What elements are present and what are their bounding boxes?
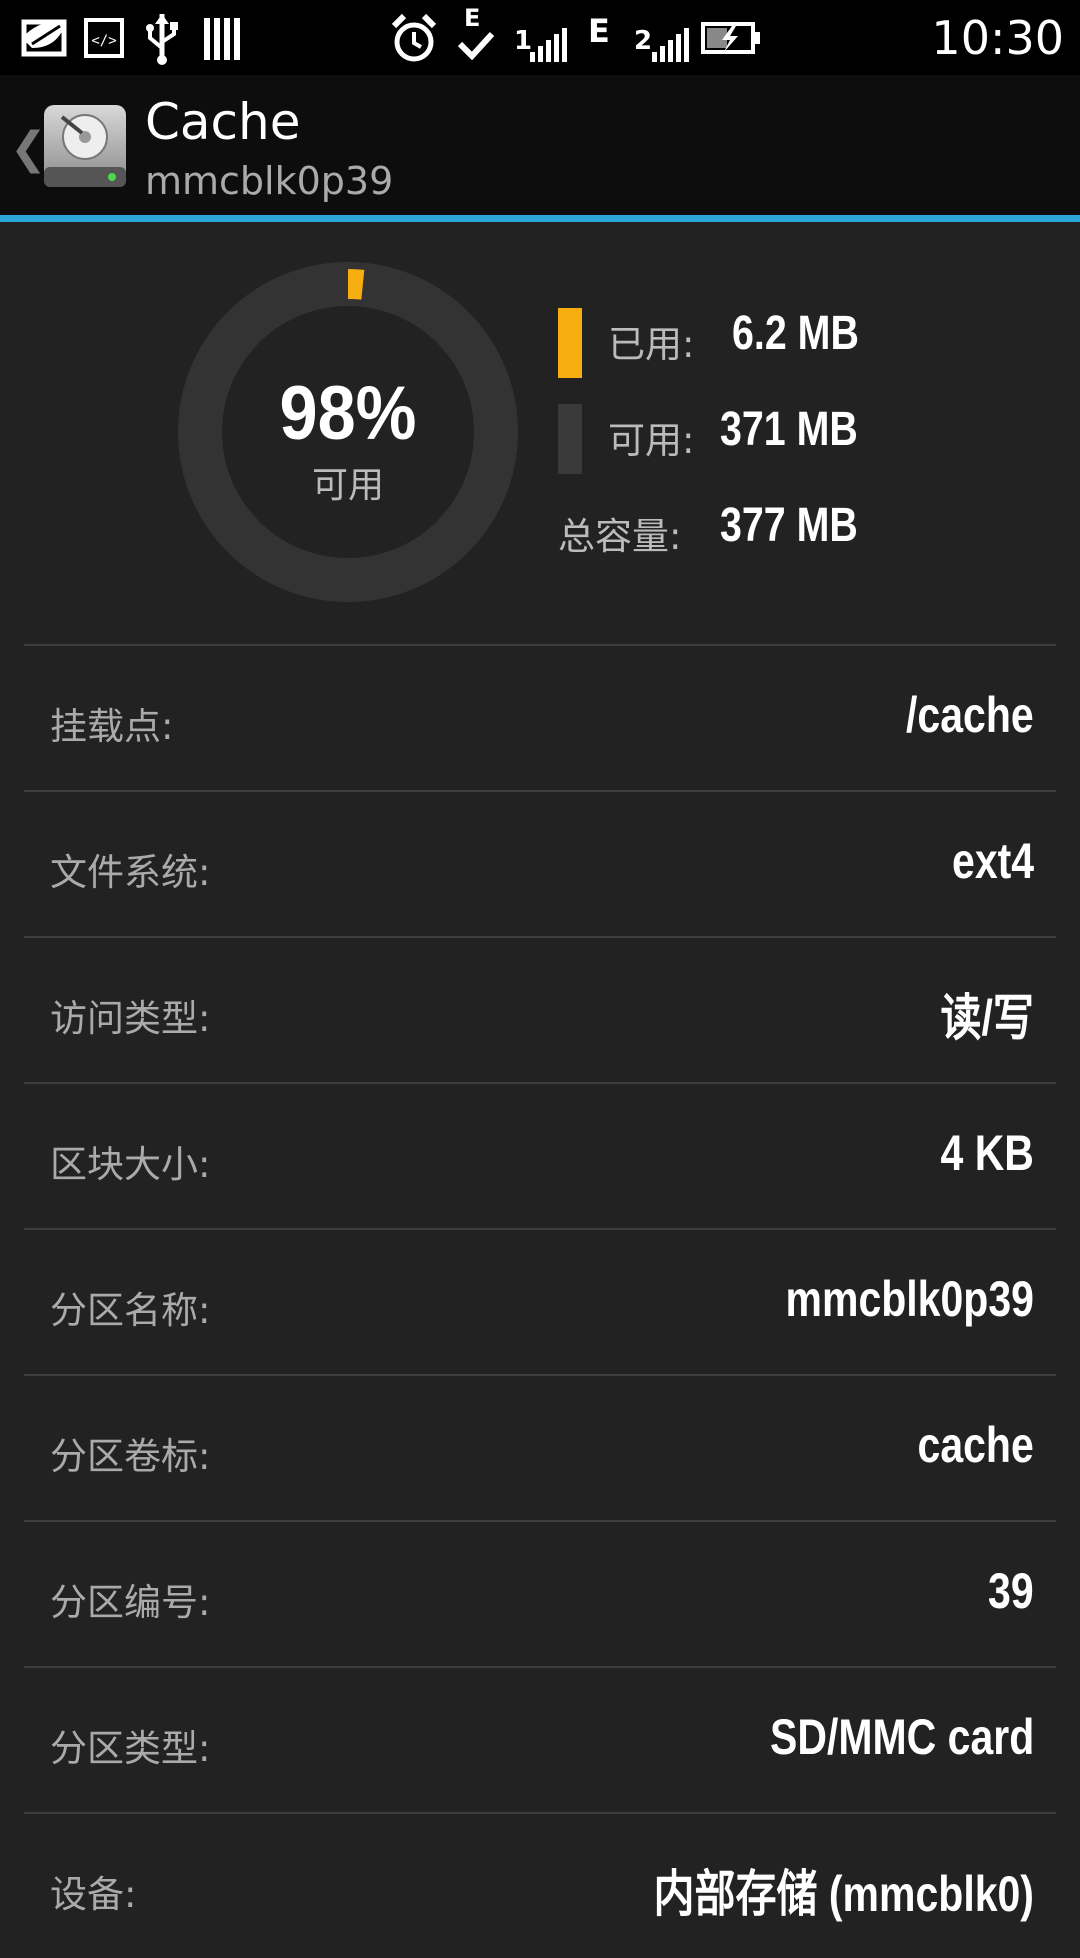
used-swatch — [558, 308, 582, 378]
legend-used-value: 6.2 MB — [732, 307, 859, 360]
detail-label: 分区名称: — [50, 1289, 211, 1332]
detail-value: 读/写 — [940, 990, 1034, 1046]
detail-row-block-size: 区块大小: 4 KB — [24, 1082, 1056, 1228]
detail-label: 设备: — [50, 1873, 137, 1916]
page-title: Cache — [145, 93, 301, 151]
detail-value: cache — [917, 1417, 1034, 1473]
svg-text:</>: </> — [91, 33, 116, 49]
legend-used-label: 已用: — [608, 323, 695, 366]
detail-label: 分区卷标: — [50, 1435, 211, 1478]
partition-details-list: 挂载点: /cache 文件系统: ext4 访问类型: 读/写 区块大小: 4… — [24, 644, 1056, 1958]
usb-icon — [146, 14, 178, 65]
status-time: 10:30 — [931, 11, 1064, 65]
available-percent: 98% — [279, 371, 417, 456]
sd-card-icon — [204, 18, 240, 60]
page-subtitle: mmcblk0p39 — [145, 159, 394, 203]
detail-row-access-type: 访问类型: 读/写 — [24, 936, 1056, 1082]
detail-row-partition-number: 分区编号: 39 — [24, 1520, 1056, 1666]
battery-charging-icon — [701, 22, 760, 54]
status-bar: </> E 1 E 2 10:30 — [0, 0, 1080, 75]
free-swatch — [558, 404, 582, 474]
signal-2-icon: 2 — [634, 16, 690, 66]
detail-label: 分区类型: — [50, 1727, 211, 1770]
network-type-label: E — [464, 4, 481, 32]
detail-value: /cache — [906, 687, 1034, 743]
detail-value: mmcblk0p39 — [785, 1271, 1034, 1327]
detail-label: 挂载点: — [50, 705, 174, 748]
detail-row-device: 设备: 内部存储 (mmcblk0) — [24, 1812, 1056, 1958]
legend-total-value: 377 MB — [720, 499, 858, 552]
available-label: 可用 — [311, 465, 384, 506]
detail-value: 4 KB — [940, 1125, 1034, 1181]
e-network-icon: E — [588, 12, 610, 50]
detail-row-mount-point: 挂载点: /cache — [24, 644, 1056, 790]
detail-value: 内部存储 (mmcblk0) — [653, 1866, 1034, 1922]
legend-used: 已用: 6.2 MB — [558, 300, 1058, 378]
storage-usage-panel: 98% 可用 已用: 6.2 MB 可用: 371 MB 总容量: 377 MB — [0, 222, 1080, 644]
detail-row-partition-label: 分区卷标: cache — [24, 1374, 1056, 1520]
detail-value: ext4 — [951, 833, 1034, 889]
action-bar: ❮ Cache mmcblk0p39 — [0, 75, 1080, 222]
detail-value: 39 — [988, 1563, 1034, 1619]
detail-label: 文件系统: — [50, 851, 211, 894]
legend-free-value: 371 MB — [720, 403, 858, 456]
detail-label: 区块大小: — [50, 1143, 211, 1186]
detail-row-partition-name: 分区名称: mmcblk0p39 — [24, 1228, 1056, 1374]
detail-row-file-system: 文件系统: ext4 — [24, 790, 1056, 936]
developer-code-icon: </> — [84, 18, 124, 58]
detail-label: 访问类型: — [50, 997, 211, 1040]
legend-total: 总容量: 377 MB — [558, 492, 1058, 568]
detail-value: SD/MMC card — [769, 1709, 1034, 1765]
leaf-notification-icon — [21, 19, 67, 57]
legend-total-label: 总容量: — [558, 515, 682, 558]
legend-free: 可用: 371 MB — [558, 396, 1058, 474]
detail-label: 分区编号: — [50, 1581, 211, 1624]
e-check-icon: E — [456, 4, 496, 70]
detail-row-partition-type: 分区类型: SD/MMC card — [24, 1666, 1056, 1812]
legend-free-label: 可用: — [608, 419, 695, 462]
signal-1-icon: 1 — [514, 16, 567, 66]
alarm-icon — [391, 13, 437, 62]
hard-drive-app-icon[interactable] — [42, 103, 128, 189]
